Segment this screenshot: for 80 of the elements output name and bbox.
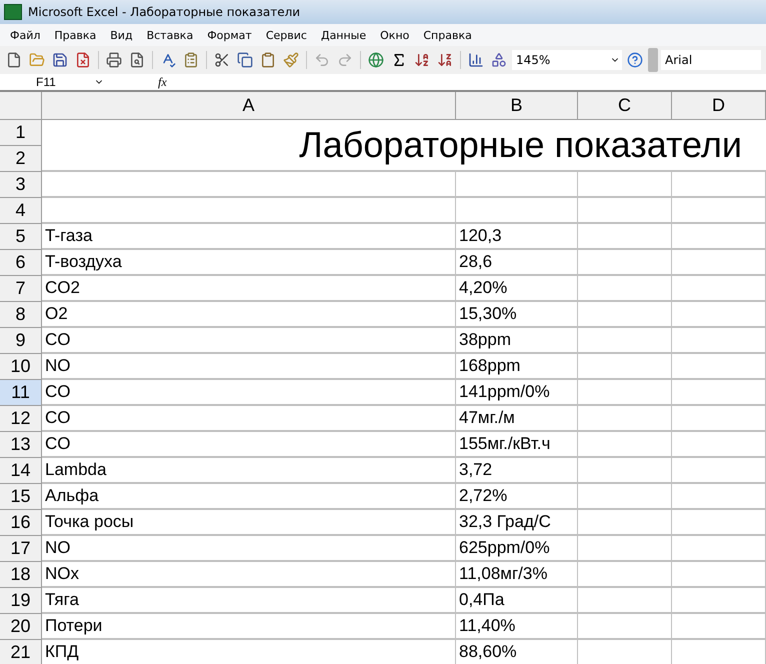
table-cell: 32,3 Град/С <box>456 510 578 536</box>
row-header[interactable]: 9 <box>0 328 42 354</box>
column-header[interactable]: B <box>456 92 578 120</box>
table-cell: 625ppm/0% <box>456 536 578 562</box>
table-cell: Lambda <box>42 458 456 484</box>
row-header[interactable]: 6 <box>0 250 42 276</box>
function-button[interactable]: fx <box>110 74 175 90</box>
table-cell: 88,60% <box>456 640 578 664</box>
font-dropdown[interactable]: Arial <box>661 50 761 70</box>
name-box[interactable]: F11 <box>0 75 110 89</box>
table-cell: Тяга <box>42 588 456 614</box>
table-cell: CO <box>42 432 456 458</box>
sheet-title: Лабораторные показатели <box>42 120 766 172</box>
menu-item[interactable]: Вставка <box>140 26 200 44</box>
table-cell: NO <box>42 354 456 380</box>
column-header[interactable]: D <box>672 92 766 120</box>
table-cell: T-воздуха <box>42 250 456 276</box>
row-header[interactable]: 3 <box>0 172 42 198</box>
row-header[interactable]: 19 <box>0 588 42 614</box>
row-header[interactable]: 1 <box>0 120 42 146</box>
row-header[interactable]: 14 <box>0 458 42 484</box>
row-header[interactable]: 13 <box>0 432 42 458</box>
row-header[interactable]: 2 <box>0 146 42 172</box>
row-header[interactable]: 5 <box>0 224 42 250</box>
table-cell: Альфа <box>42 484 456 510</box>
table-cell: T-газа <box>42 224 456 250</box>
table-cell: 168ppm <box>456 354 578 380</box>
row-header[interactable]: 12 <box>0 406 42 432</box>
table-cell: 3,72 <box>456 458 578 484</box>
print-icon[interactable] <box>104 50 124 70</box>
menu-item[interactable]: Файл <box>4 26 46 44</box>
menu-item[interactable]: Справка <box>417 26 478 44</box>
table-cell: 2,72% <box>456 484 578 510</box>
excel-logo-icon <box>4 4 22 20</box>
table-cell: O2 <box>42 302 456 328</box>
table-cell: NO <box>42 536 456 562</box>
table-cell: 47мг./м <box>456 406 578 432</box>
table-cell: 120,3 <box>456 224 578 250</box>
menu-item[interactable]: Данные <box>314 26 372 44</box>
table-cell: 141ppm/0% <box>456 380 578 406</box>
table-cell: Точка росы <box>42 510 456 536</box>
table-cell: 0,4Па <box>456 588 578 614</box>
column-header[interactable]: A <box>42 92 456 120</box>
row-header[interactable]: 17 <box>0 536 42 562</box>
row-header[interactable]: 7 <box>0 276 42 302</box>
copy-icon[interactable] <box>235 50 255 70</box>
table-cell: 38ppm <box>456 328 578 354</box>
menu-item[interactable]: Окно <box>374 26 416 44</box>
help-icon[interactable] <box>625 50 645 70</box>
table-cell: CO2 <box>42 276 456 302</box>
table-cell: NOx <box>42 562 456 588</box>
row-header[interactable]: 8 <box>0 302 42 328</box>
window-title: Microsoft Excel - Лабораторные показатели <box>28 5 300 19</box>
row-header[interactable]: 16 <box>0 510 42 536</box>
row-header[interactable]: 21 <box>0 640 42 664</box>
row-header[interactable]: 10 <box>0 354 42 380</box>
menu-item[interactable]: Правка <box>48 26 102 44</box>
row-header[interactable]: 15 <box>0 484 42 510</box>
row-header[interactable]: 4 <box>0 198 42 224</box>
menu-item[interactable]: Формат <box>201 26 258 44</box>
row-header[interactable]: 11 <box>0 380 42 406</box>
table-cell: Потери <box>42 614 456 640</box>
table-cell: 28,6 <box>456 250 578 276</box>
table-cell: CO <box>42 328 456 354</box>
format-painter-icon[interactable] <box>281 50 301 70</box>
table-cell: 155мг./кВт.ч <box>456 432 578 458</box>
table-cell: 4,20% <box>456 276 578 302</box>
menu-item[interactable]: Вид <box>104 26 139 44</box>
table-cell: CO <box>42 380 456 406</box>
zoom-dropdown[interactable]: 145% <box>512 50 622 70</box>
column-header[interactable]: C <box>578 92 672 120</box>
globe-icon[interactable] <box>366 50 386 70</box>
table-cell: 11,40% <box>456 614 578 640</box>
table-cell: КПД <box>42 640 456 664</box>
table-cell: CO <box>42 406 456 432</box>
row-header[interactable]: 20 <box>0 614 42 640</box>
table-cell: 11,08мг/3% <box>456 562 578 588</box>
table-cell: 15,30% <box>456 302 578 328</box>
menu-item[interactable]: Сервис <box>260 26 313 44</box>
row-header[interactable]: 18 <box>0 562 42 588</box>
